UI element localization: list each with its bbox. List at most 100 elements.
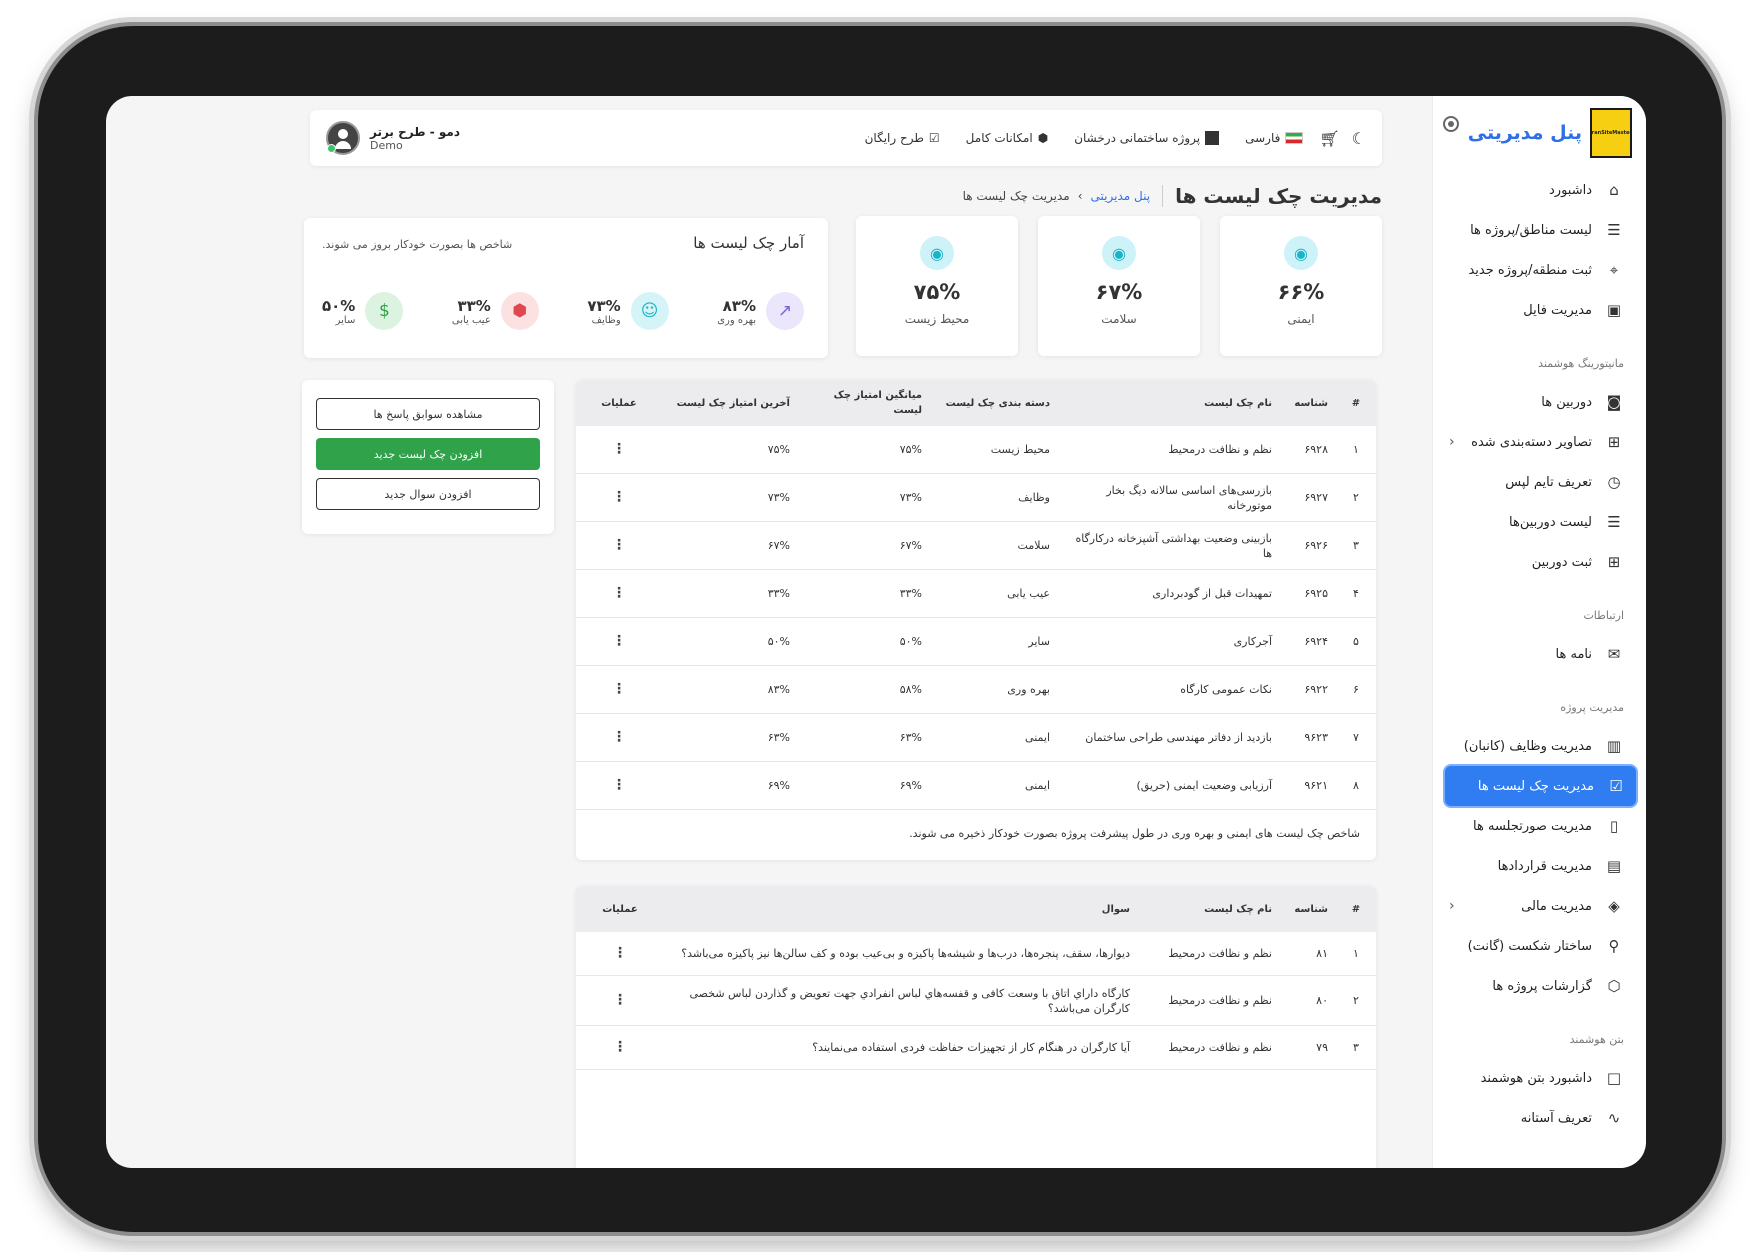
sidebar-pin-icon[interactable] bbox=[1443, 116, 1459, 132]
table-cell: ۷۵% bbox=[767, 443, 790, 456]
stat-value: ۳۳% bbox=[457, 296, 491, 315]
column-header[interactable]: سوال bbox=[664, 902, 1138, 917]
kebab-icon[interactable]: ⋮ bbox=[576, 634, 662, 649]
sidebar-item[interactable]: ⊞ ثبت دوربین bbox=[1433, 542, 1646, 582]
score-value: ۷۵% bbox=[913, 280, 961, 304]
user-role: Demo bbox=[370, 138, 403, 152]
add-checklist-button[interactable]: افزودن چک لیست جدید bbox=[316, 438, 540, 470]
table-body: ۱ ۶۹۲۸ نظم و نظافت درمحیط محیط زیست ۷۵% ۷۵% ⋮ ۲… bbox=[576, 426, 1376, 810]
language-switch[interactable]: فارسی bbox=[1245, 131, 1304, 145]
sidebar-item[interactable]: ☑ مدیریت چک لیست ها bbox=[1445, 766, 1636, 806]
sidebar-item[interactable]: ◷ تعریف تایم لپس bbox=[1433, 462, 1646, 502]
column-header[interactable]: آخرین امتیاز چک لیست bbox=[662, 396, 798, 411]
column-header[interactable]: شناسه bbox=[1280, 902, 1336, 917]
table-cell: ۶ bbox=[1353, 683, 1359, 696]
view-history-button[interactable]: مشاهده سوابق پاسخ ها bbox=[316, 398, 540, 430]
sidebar-item[interactable]: ▥ مدیریت وظایف (کانبان) bbox=[1433, 726, 1646, 766]
table-row[interactable]: ۸ ۹۶۲۱ آرزیابی وضعیت ایمنی (حریق) ایمنی ۶۹% ۶… bbox=[576, 762, 1376, 810]
sidebar-item-label: مدیریت صورتجلسه ها bbox=[1473, 818, 1592, 834]
column-header[interactable]: نام چک لیست bbox=[1138, 902, 1280, 917]
column-header[interactable]: میانگین امتیاز چک لیست bbox=[798, 388, 930, 418]
kebab-icon[interactable]: ⋮ bbox=[576, 442, 662, 457]
kebab-icon[interactable]: ⋮ bbox=[576, 993, 664, 1008]
checklists-table: # شناسه نام چک لیست دسته بندی چک لیست میانگی… bbox=[576, 380, 1376, 860]
sidebar-item[interactable]: ☰ لیست دوربین‌ها bbox=[1433, 502, 1646, 542]
table-row[interactable]: ۱ ۸۱ نظم و نظافت درمحیط دیوارها، سقف، پنجره… bbox=[576, 932, 1376, 976]
column-header[interactable]: شناسه bbox=[1280, 396, 1336, 411]
column-header[interactable]: عملیات bbox=[576, 902, 664, 917]
page-header: مدیریت چک لیست ها پنل مدیریتی › مدیریت چ… bbox=[963, 178, 1382, 214]
table-cell: آرزیابی وضعیت ایمنی (حریق) bbox=[1136, 779, 1272, 792]
table-footer-note: شاخص چک لیست های ایمنی و بهره وری در طول… bbox=[909, 826, 1360, 840]
score-label: محیط زیست bbox=[904, 312, 970, 326]
moon-icon[interactable]: ☾ bbox=[1352, 129, 1366, 148]
features-link[interactable]: ⬢ امکانات کامل bbox=[966, 131, 1049, 145]
score-value: ۶۶% bbox=[1277, 280, 1325, 304]
avatar[interactable] bbox=[326, 121, 360, 155]
sidebar-section-header: بتن هوشمند bbox=[1569, 1033, 1624, 1046]
sidebar-item[interactable]: ⬡ گزارشات پروژه ها bbox=[1433, 966, 1646, 1006]
user-menu[interactable]: دمو - طرح برتر Demo bbox=[326, 121, 460, 155]
column-header[interactable]: عملیات bbox=[576, 396, 662, 411]
kebab-icon[interactable]: ⋮ bbox=[576, 778, 662, 793]
online-status-dot bbox=[327, 144, 336, 153]
sidebar-item[interactable]: ◙ دوربین ها bbox=[1433, 382, 1646, 422]
sidebar-item[interactable]: □ داشبورد بتن هوشمند bbox=[1433, 1058, 1646, 1098]
table-cell: ۸۱ bbox=[1316, 947, 1328, 960]
checklist-stats-card: آمار چک لیست ها شاخص ها بصورت خودکار برو… bbox=[304, 218, 828, 358]
table-row[interactable]: ۲ ۶۹۲۷ بازرسی‌های اساسی سالانه دیگ بخار مو… bbox=[576, 474, 1376, 522]
sidebar-item[interactable]: ◈ مدیریت مالی ‹ bbox=[1433, 886, 1646, 926]
kebab-icon[interactable]: ⋮ bbox=[576, 538, 662, 553]
sidebar-item[interactable]: ✉ نامه ها bbox=[1433, 634, 1646, 674]
kebab-icon[interactable]: ⋮ bbox=[576, 1040, 664, 1055]
breadcrumb-separator-icon: › bbox=[1077, 189, 1083, 203]
column-header[interactable]: دسته بندی چک لیست bbox=[930, 396, 1058, 411]
kebab-icon[interactable]: ⋮ bbox=[576, 682, 662, 697]
table-row[interactable]: ۳ ۶۹۲۶ بازبینی وضعیت بهداشتی آشپزخانه درکا… bbox=[576, 522, 1376, 570]
sidebar-item[interactable]: ∿ تعریف آستانه bbox=[1433, 1098, 1646, 1138]
sidebar-item[interactable]: ⌖ ثبت منطقه/پروژه جدید bbox=[1433, 250, 1646, 290]
kebab-icon[interactable]: ⋮ bbox=[576, 586, 662, 601]
table-row[interactable]: ۴ ۶۹۲۵ تمهیدات قبل از گودبرداری عیب یابی ۳۳%… bbox=[576, 570, 1376, 618]
free-plan-link[interactable]: ☑ طرح رایگان bbox=[865, 131, 940, 145]
sidebar-item[interactable]: ⚲ ساختار شکست (گانت) bbox=[1433, 926, 1646, 966]
table-cell: ۶۳% bbox=[767, 731, 790, 744]
eye-icon: ◉ bbox=[920, 236, 954, 270]
table-cell: ۲ bbox=[1353, 491, 1359, 504]
sidebar-section-header: ارتباطات bbox=[1583, 609, 1624, 622]
table-cell: ۶۳% bbox=[899, 731, 922, 744]
sidebar-item[interactable]: ▣ مدیریت فایل bbox=[1433, 290, 1646, 330]
table-row[interactable]: ۲ ۸۰ نظم و نظافت درمحیط كارگاه داراي اتاق ب… bbox=[576, 976, 1376, 1026]
sidebar-item[interactable]: ☰ لیست مناطق/پروژه ها bbox=[1433, 210, 1646, 250]
sidebar-item-label: داشبورد bbox=[1549, 182, 1592, 198]
sidebar-item[interactable]: ▯ مدیریت صورتجلسه ها bbox=[1433, 806, 1646, 846]
user-name: دمو - طرح برتر bbox=[370, 124, 460, 139]
add-question-button[interactable]: افزودن سوال جدید bbox=[316, 478, 540, 510]
table-body: ۱ ۸۱ نظم و نظافت درمحیط دیوارها، سقف، پنجره… bbox=[576, 932, 1376, 1070]
table-row[interactable]: ۶ ۶۹۲۲ نکات عمومی کارگاه بهره وری ۵۸% ۸۳% ⋮ bbox=[576, 666, 1376, 714]
table-row[interactable]: ۱ ۶۹۲۸ نظم و نظافت درمحیط محیط زیست ۷۵% ۷۵% ⋮ bbox=[576, 426, 1376, 474]
cart-icon[interactable]: 🛒︎ bbox=[1319, 129, 1339, 148]
sidebar-item[interactable]: ⌂ داشبورد bbox=[1433, 170, 1646, 210]
kebab-icon[interactable]: ⋮ bbox=[576, 490, 662, 505]
sidebar-item[interactable]: ⊞ تصاویر دسته‌بندی شده ‹ bbox=[1433, 422, 1646, 462]
column-header[interactable]: # bbox=[1336, 902, 1376, 917]
breadcrumb-root[interactable]: پنل مدیریتی bbox=[1091, 189, 1151, 203]
stat-value: ۷۳% bbox=[587, 296, 621, 315]
table-row[interactable]: ۵ ۶۹۲۴ آجرکاری سایر ۵۰% ۵۰% ⋮ bbox=[576, 618, 1376, 666]
kebab-icon[interactable]: ⋮ bbox=[576, 946, 664, 961]
table-row[interactable]: ۷ ۹۶۲۳ بازدید از دفاتر مهندسی طراحی ساختما… bbox=[576, 714, 1376, 762]
table-cell: ۱ bbox=[1353, 443, 1359, 456]
table-row[interactable]: ۳ ۷۹ نظم و نظافت درمحیط آیا کارگران در هنگا… bbox=[576, 1026, 1376, 1070]
sidebar-item-label: لیست دوربین‌ها bbox=[1509, 514, 1592, 530]
brand[interactable]: iranSiteMaster پنل مدیریتی bbox=[1468, 108, 1632, 158]
stat-value: ۸۳% bbox=[722, 296, 756, 315]
stats-row: ↗ ۸۳% بهره وری ☺ ۷۳% وظایف ⬢ ۳۳% عیب یابی $۵۰% سای… bbox=[322, 292, 804, 330]
kebab-icon[interactable]: ⋮ bbox=[576, 730, 662, 745]
table-cell: سایر bbox=[1028, 635, 1050, 648]
column-header[interactable]: نام چک لیست bbox=[1058, 396, 1280, 411]
sidebar-item[interactable]: ▤ مدیریت قراردادها bbox=[1433, 846, 1646, 886]
column-header[interactable]: # bbox=[1336, 396, 1376, 411]
project-selector[interactable]: پروژه ساختمانی درخشان bbox=[1074, 131, 1220, 145]
table-cell: ۳۳% bbox=[767, 587, 790, 600]
